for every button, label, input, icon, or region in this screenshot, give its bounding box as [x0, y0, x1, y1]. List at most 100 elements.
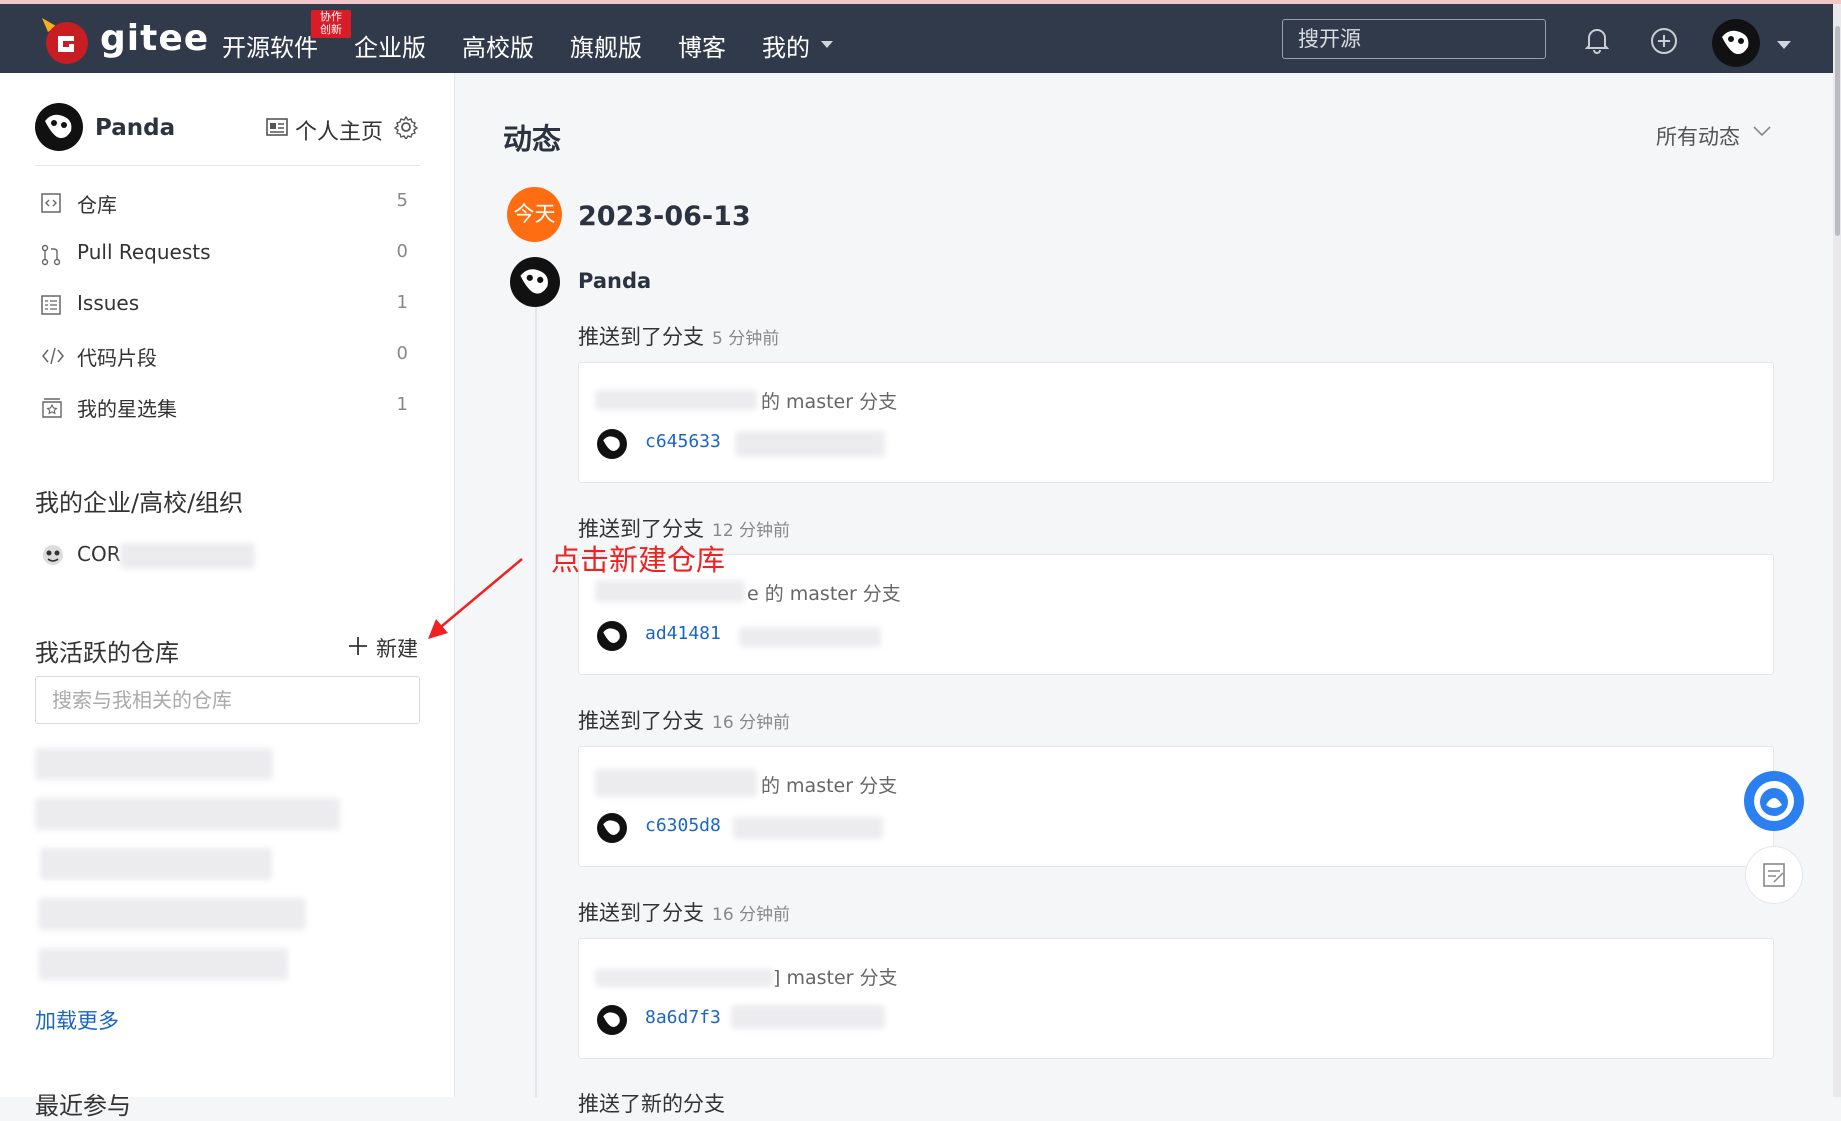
- profile-card-icon: [266, 118, 288, 136]
- chevron-down-icon[interactable]: [821, 41, 833, 48]
- feed-date: 2023-06-13: [578, 201, 751, 232]
- gear-icon[interactable]: [394, 115, 418, 139]
- gitee-logo-icon[interactable]: [40, 16, 90, 66]
- page-title: 动态: [503, 122, 562, 156]
- timeline-line: [535, 300, 537, 1097]
- plus-icon[interactable]: [348, 636, 368, 656]
- event-header: 推送到了分支 16 分钟前: [578, 705, 790, 735]
- org-avatar-icon: [43, 545, 63, 565]
- commit-author-avatar[interactable]: [597, 429, 627, 459]
- sidebar-item-label: 仓库: [77, 193, 117, 217]
- branch-text[interactable]: 的 master 分支: [761, 387, 897, 414]
- commit-hash[interactable]: c645633: [645, 431, 721, 452]
- nav-flagship[interactable]: 旗舰版: [570, 28, 642, 63]
- edit-note-icon: [1763, 863, 1785, 887]
- nav-open-source[interactable]: 开源软件: [222, 28, 318, 63]
- nav-blog[interactable]: 博客: [678, 28, 726, 63]
- commit-hash[interactable]: 8a6d7f3: [645, 1007, 721, 1028]
- blurred-repo-item[interactable]: [38, 948, 288, 980]
- commit-hash[interactable]: ad41481: [645, 623, 721, 644]
- feed-user-avatar[interactable]: [510, 257, 560, 307]
- event-action: 推送到了分支: [578, 325, 704, 349]
- personal-home-link[interactable]: 个人主页: [295, 114, 383, 146]
- nav-mine[interactable]: 我的: [762, 28, 810, 63]
- user-name[interactable]: Panda: [95, 115, 175, 141]
- event-time: 16 分钟前: [712, 713, 791, 733]
- blurred-repo-name: [595, 580, 745, 602]
- event-card[interactable]: 的 master 分支 c6305d8: [578, 746, 1774, 867]
- logo-text[interactable]: gitee: [100, 18, 209, 59]
- pull-request-icon: [41, 244, 61, 266]
- feed-user-name[interactable]: Panda: [578, 269, 651, 293]
- nav-badge: 协作 创新: [311, 10, 351, 38]
- sidebar-item-count: 5: [396, 190, 408, 211]
- sidebar-item-label: Pull Requests: [77, 240, 211, 264]
- commit-author-avatar[interactable]: [597, 1005, 627, 1035]
- event-action: 推送到了分支: [578, 901, 704, 925]
- sidebar-item-count: 1: [396, 394, 408, 415]
- sidebar-item-count: 1: [396, 292, 408, 313]
- branch-text[interactable]: e 的 master 分支: [747, 579, 901, 606]
- org-item[interactable]: COR: [77, 542, 121, 566]
- sidebar-item-count: 0: [396, 343, 408, 364]
- blurred-repo-name: [595, 769, 757, 797]
- plus-circle-icon[interactable]: [1650, 27, 1678, 55]
- nav-enterprise[interactable]: 企业版: [354, 28, 426, 63]
- issues-icon: [41, 295, 61, 315]
- sidebar-item-pull-requests[interactable]: Pull Requests 0: [35, 234, 420, 274]
- recent-section-title: 最近参与: [35, 1092, 131, 1120]
- event-action: 推送到了分支: [578, 709, 704, 733]
- chevron-down-icon[interactable]: [1777, 41, 1791, 49]
- star-collection-icon: [42, 398, 62, 418]
- event-card[interactable]: e 的 master 分支 ad41481: [578, 554, 1774, 675]
- nav-education[interactable]: 高校版: [462, 28, 534, 63]
- branch-text[interactable]: ] master 分支: [773, 963, 898, 990]
- floating-assistant-button[interactable]: [1744, 771, 1804, 831]
- annotation-text: 点击新建仓库: [551, 543, 726, 577]
- blurred-repo-item[interactable]: [40, 848, 272, 880]
- branch-text[interactable]: 的 master 分支: [761, 771, 897, 798]
- active-repos-title: 我活跃的仓库: [35, 639, 179, 667]
- annotation-arrow-icon: [428, 558, 523, 639]
- user-avatar[interactable]: [35, 103, 83, 151]
- search-input[interactable]: [1282, 19, 1546, 59]
- user-avatar-top[interactable]: [1712, 19, 1760, 67]
- sidebar-item-label: 我的星选集: [77, 397, 177, 421]
- blurred-repo-item[interactable]: [35, 798, 340, 830]
- commit-hash[interactable]: c6305d8: [645, 815, 721, 836]
- event-time: 16 分钟前: [712, 905, 791, 925]
- blurred-commit-message: [731, 1005, 885, 1029]
- chat-bubble-icon: [1754, 781, 1794, 821]
- new-repo-button[interactable]: 新建: [376, 633, 418, 663]
- code-box-icon: [41, 193, 61, 213]
- commit-author-avatar[interactable]: [597, 813, 627, 843]
- blurred-repo-item[interactable]: [38, 898, 306, 930]
- blurred-repo-name: [595, 390, 757, 410]
- event-time: 5 分钟前: [712, 329, 780, 349]
- sidebar-item-code-snippets[interactable]: 代码片段 0: [35, 336, 420, 376]
- event-card[interactable]: ] master 分支 8a6d7f3: [578, 938, 1774, 1059]
- chevron-down-icon[interactable]: [1752, 124, 1772, 138]
- bell-icon[interactable]: [1585, 26, 1609, 54]
- event-header: 推送了新的分支: [578, 1092, 725, 1116]
- orgs-section-title: 我的企业/高校/组织: [35, 489, 244, 517]
- blurred-repo-item[interactable]: [35, 748, 273, 780]
- scrollbar-thumb[interactable]: [1835, 26, 1840, 236]
- commit-author-avatar[interactable]: [597, 621, 627, 651]
- sidebar-item-count: 0: [396, 241, 408, 262]
- blurred-repo-name: [595, 969, 773, 987]
- load-more-link[interactable]: 加载更多: [35, 1005, 119, 1035]
- blurred-org-name: [120, 543, 255, 569]
- divider: [35, 165, 420, 166]
- event-header: 推送到了分支 5 分钟前: [578, 321, 779, 351]
- blurred-commit-message: [733, 817, 883, 839]
- repo-search-input[interactable]: [35, 676, 420, 724]
- floating-feedback-button[interactable]: [1745, 846, 1803, 904]
- sidebar-item-star-collections[interactable]: 我的星选集 1: [35, 387, 420, 427]
- blurred-commit-message: [735, 431, 885, 457]
- sidebar-item-issues[interactable]: Issues 1: [35, 285, 420, 325]
- event-card[interactable]: 的 master 分支 c645633: [578, 362, 1774, 483]
- left-sidebar: Panda 个人主页 仓库 5 Pull Requests 0 Issues 1…: [0, 73, 455, 1120]
- feed-filter-dropdown[interactable]: 所有动态: [1656, 121, 1740, 151]
- sidebar-item-repositories[interactable]: 仓库 5: [35, 183, 420, 223]
